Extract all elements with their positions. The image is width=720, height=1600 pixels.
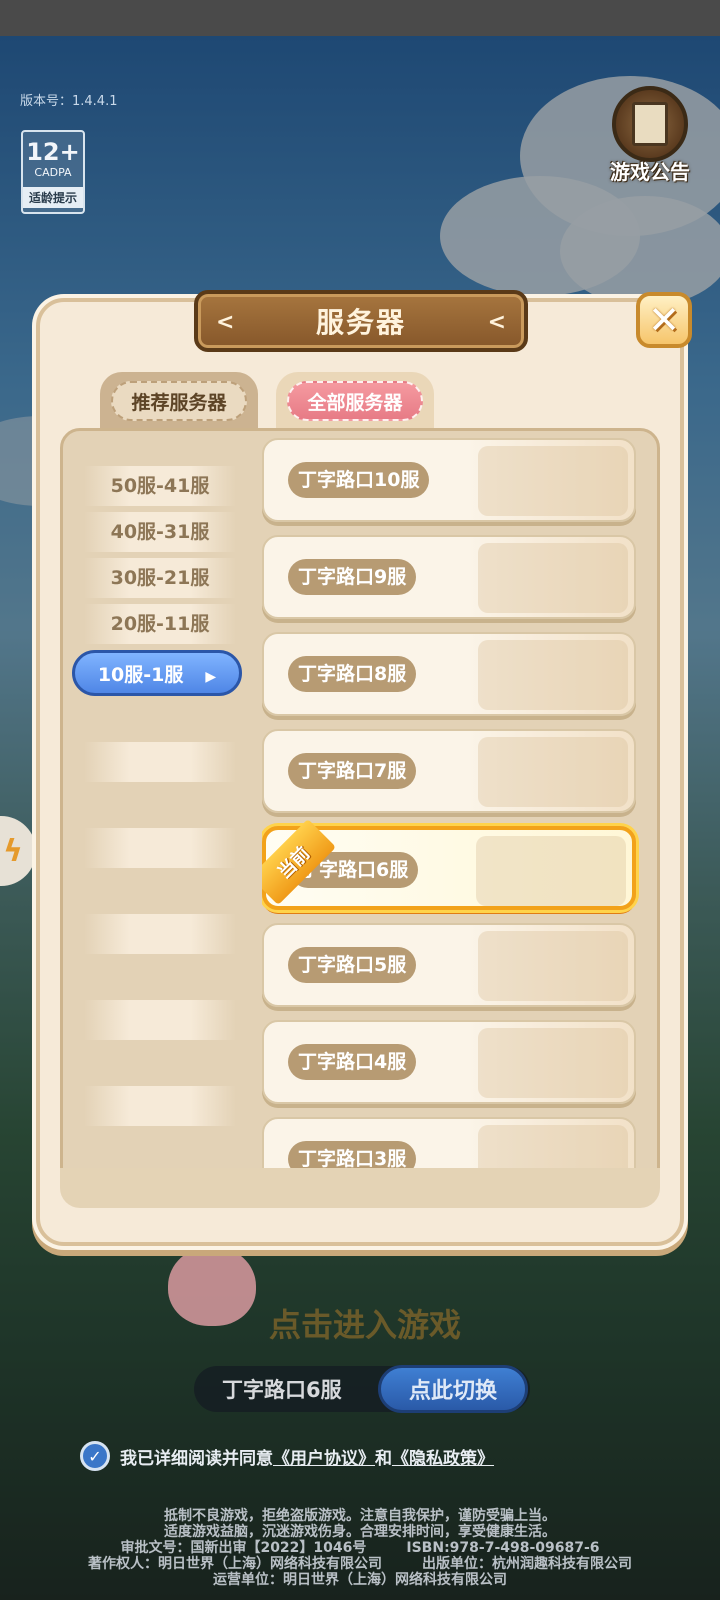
server-art-image	[476, 836, 626, 906]
copyright-holder: 著作权人：明日世界（上海）网络科技有限公司	[88, 1556, 382, 1572]
server-item[interactable]: 丁字路口4服	[262, 1020, 636, 1104]
legal-line-2: 适度游戏益脑，沉迷游戏伤身。合理安排时间，享受健康生活。	[164, 1524, 556, 1540]
dialog-footer-decoration	[60, 1168, 660, 1208]
user-agreement-link[interactable]: 《用户协议》	[273, 1449, 375, 1469]
server-list[interactable]: 丁字路口10服 丁字路口9服 丁字路口8服 丁字路口7服 丁字路口6服 当前 丁字…	[262, 438, 652, 1178]
server-range-list: 50服-41服 40服-31服 30服-21服 20服-11服 10服-1服 ▶	[70, 466, 250, 1132]
range-placeholder	[84, 1086, 236, 1126]
title-ornament-right-icon: <	[487, 310, 506, 335]
range-item[interactable]: 30服-21服	[84, 558, 236, 598]
age-rating: 12+	[26, 138, 80, 166]
title-ornament-left-icon: <	[216, 310, 235, 335]
range-placeholder	[84, 1000, 236, 1040]
server-art-image	[478, 446, 628, 516]
range-item[interactable]: 40服-31服	[84, 512, 236, 552]
server-item[interactable]: 丁字路口9服	[262, 535, 636, 619]
status-bar	[0, 0, 720, 36]
age-rating-org: CADPA	[34, 166, 72, 179]
server-item[interactable]: 丁字路口10服	[262, 438, 636, 522]
dialog-title: 服务器	[315, 306, 406, 339]
range-placeholder	[84, 914, 236, 954]
age-rating-badge[interactable]: 12+ CADPA 适龄提示	[21, 130, 85, 214]
version-label: 版本号：1.4.4.1	[20, 94, 118, 109]
legal-line-1: 抵制不良游戏，拒绝盗版游戏。注意自我保护，谨防受骗上当。	[164, 1508, 556, 1524]
age-rating-label: 适龄提示	[23, 187, 83, 208]
notice-scroll-icon	[612, 86, 688, 162]
operator: 运营单位：明日世界（上海）网络科技有限公司	[213, 1572, 507, 1588]
server-name: 丁字路口9服	[288, 559, 417, 595]
range-placeholder	[84, 742, 236, 782]
enter-game-button[interactable]: 点击进入游戏	[205, 1292, 525, 1354]
range-item[interactable]: 20服-11服	[84, 604, 236, 644]
server-name: 丁字路口10服	[288, 462, 430, 498]
server-name: 丁字路口5服	[288, 947, 417, 983]
tab-label: 推荐服务器	[111, 381, 247, 421]
server-item[interactable]: 丁字路口8服	[262, 632, 636, 716]
switch-server-button[interactable]: 点此切换	[378, 1365, 528, 1413]
game-notice-label: 游戏公告	[610, 160, 690, 184]
current-server-name: 丁字路口6服	[222, 1378, 342, 1402]
range-item[interactable]: 50服-41服	[84, 466, 236, 506]
tab-recommended-servers[interactable]: 推荐服务器	[100, 372, 258, 430]
publisher: 出版单位：杭州润趣科技有限公司	[422, 1556, 632, 1572]
tab-all-servers[interactable]: 全部服务器	[276, 372, 434, 430]
tab-label: 全部服务器	[287, 381, 423, 421]
range-item-selected[interactable]: 10服-1服 ▶	[72, 650, 242, 696]
server-art-image	[478, 1028, 628, 1098]
server-name: 丁字路口4服	[288, 1044, 417, 1080]
server-art-image	[478, 543, 628, 613]
server-item-current[interactable]: 丁字路口6服 当前	[262, 818, 636, 910]
agreement-checkbox[interactable]: ✓	[80, 1441, 110, 1471]
game-notice-button[interactable]: 游戏公告	[600, 86, 700, 196]
server-name: 丁字路口7服	[288, 753, 417, 789]
dialog-title-bar: < 服务器 <	[194, 290, 528, 352]
server-art-image	[478, 737, 628, 807]
range-label: 10服-1服	[97, 664, 184, 686]
agreement-prefix: 我已详细阅读并同意	[120, 1448, 273, 1469]
server-item[interactable]: 丁字路口5服	[262, 923, 636, 1007]
server-name: 丁字路口8服	[288, 656, 417, 692]
play-arrow-icon: ▶	[205, 669, 217, 685]
isbn: ISBN:978-7-498-09687-6	[406, 1540, 600, 1556]
lightning-icon: ϟ	[3, 833, 23, 869]
server-item[interactable]: 丁字路口7服	[262, 729, 636, 813]
agreement-row: ✓ 我已详细阅读并同意《用户协议》和《隐私政策》	[80, 1438, 494, 1474]
approval-number: 审批文号：国新出审【2022】1046号	[120, 1540, 367, 1556]
agreement-text: 我已详细阅读并同意《用户协议》和《隐私政策》	[120, 1444, 494, 1469]
server-switch-bar: 丁字路口6服 点此切换	[194, 1365, 530, 1413]
close-button[interactable]: ✕	[636, 292, 692, 348]
agreement-and: 和	[375, 1448, 392, 1469]
close-icon: ✕	[648, 298, 680, 342]
privacy-policy-link[interactable]: 《隐私政策》	[392, 1449, 494, 1469]
server-art-image	[478, 931, 628, 1001]
range-placeholder	[84, 828, 236, 868]
server-art-image	[478, 640, 628, 710]
legal-notice: 抵制不良游戏，拒绝盗版游戏。注意自我保护，谨防受骗上当。 适度游戏益脑，沉迷游戏…	[0, 1508, 720, 1588]
